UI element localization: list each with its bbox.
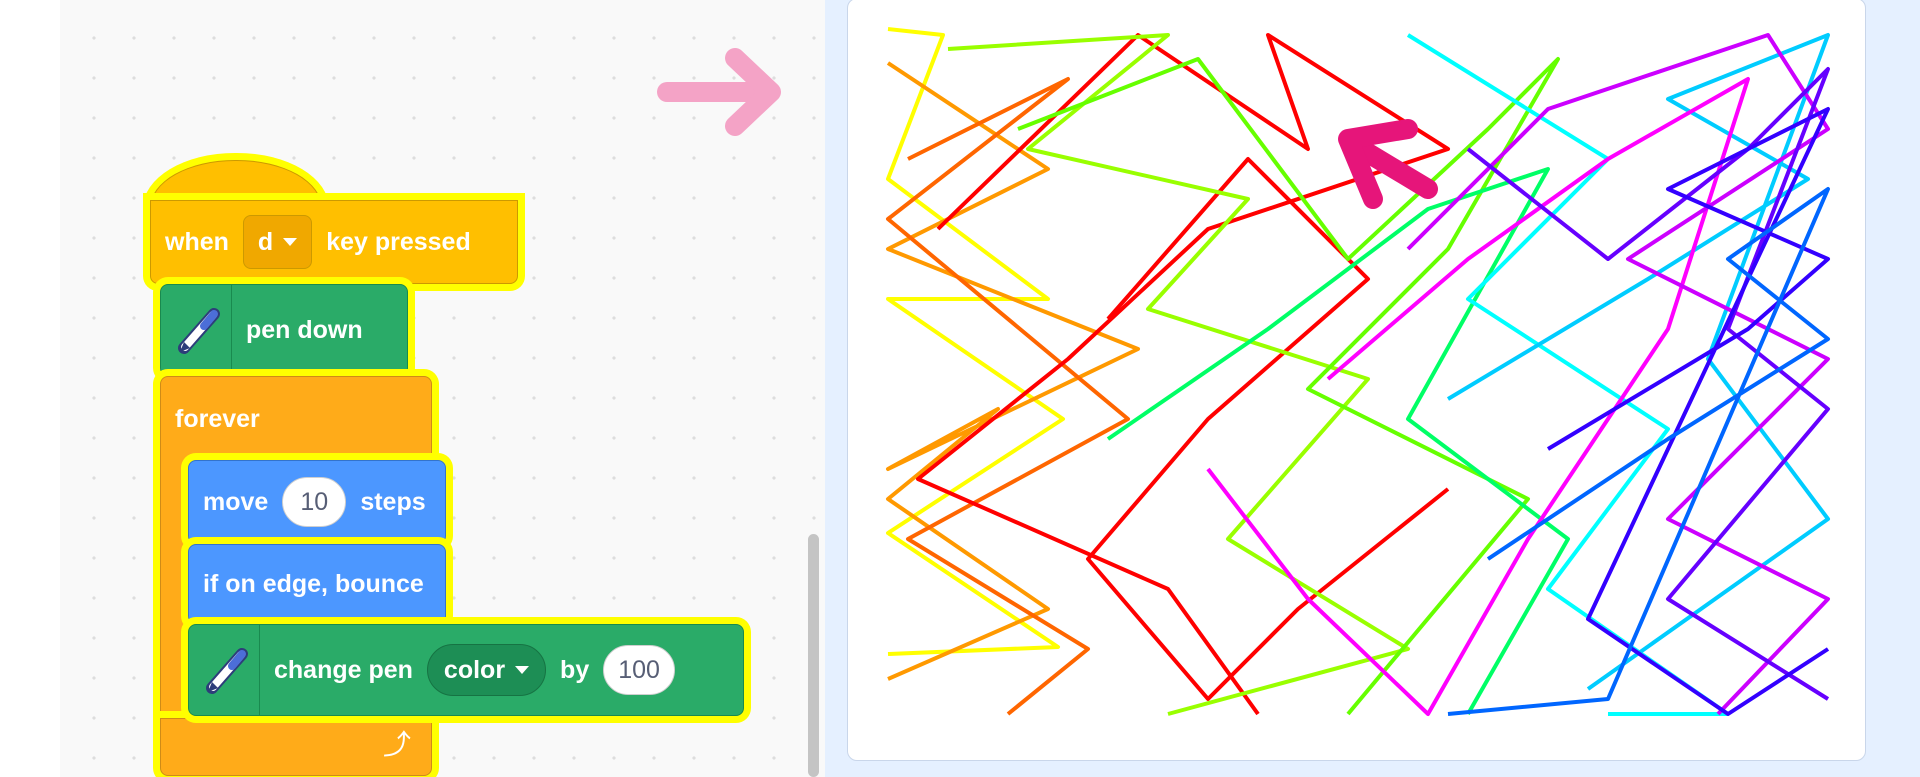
pen-icon <box>169 285 232 375</box>
when-label: when <box>165 227 229 256</box>
forever-block-arm <box>160 455 191 720</box>
stage[interactable] <box>847 0 1866 761</box>
caret-down-icon <box>515 666 530 674</box>
pen-down-block[interactable]: pen down <box>160 284 408 376</box>
forever-block[interactable]: forever <box>160 376 432 462</box>
pen-param-value: color <box>443 655 506 684</box>
pen-trail <box>1546 107 1830 716</box>
key-dropdown[interactable]: d <box>242 215 313 269</box>
right-arrow-icon <box>657 48 781 136</box>
key-value: d <box>257 227 274 256</box>
key-pressed-label: key pressed <box>326 227 471 256</box>
steps-input[interactable]: 10 <box>282 477 347 527</box>
forever-label: forever <box>175 404 260 433</box>
pen-drawing <box>886 27 1830 716</box>
code-area-scrollbar[interactable] <box>808 534 819 777</box>
steps-label: steps <box>360 487 426 516</box>
caret-down-icon <box>283 238 298 246</box>
move-label: move <box>203 487 269 516</box>
pen-trail <box>886 77 1130 716</box>
bounce-label: if on edge, bounce <box>203 569 424 598</box>
pen-icon <box>197 625 260 715</box>
pen-param-dropdown[interactable]: color <box>426 644 547 696</box>
pen-trail <box>1086 157 1450 701</box>
pen-trail <box>1406 33 1730 716</box>
forever-block-bottom: ⤴ <box>160 718 432 776</box>
stage-wrapper <box>825 0 1920 777</box>
cursor-arrow-icon <box>1338 119 1438 209</box>
by-label: by <box>560 655 590 684</box>
change-amount-input[interactable]: 100 <box>603 645 675 695</box>
pen-trail <box>1447 187 1830 716</box>
pen-trail <box>1406 33 1830 716</box>
bounce-block[interactable]: if on edge, bounce <box>188 544 446 624</box>
move-steps-block[interactable]: move 10 steps <box>188 460 446 544</box>
pen-down-label: pen down <box>246 315 363 344</box>
change-pen-label: change pen <box>274 655 413 684</box>
change-pen-block[interactable]: change pen color by 100 <box>188 624 744 716</box>
loop-arrow-icon: ⤴ <box>382 729 411 760</box>
when-key-pressed-block[interactable]: when d key pressed <box>150 200 518 284</box>
